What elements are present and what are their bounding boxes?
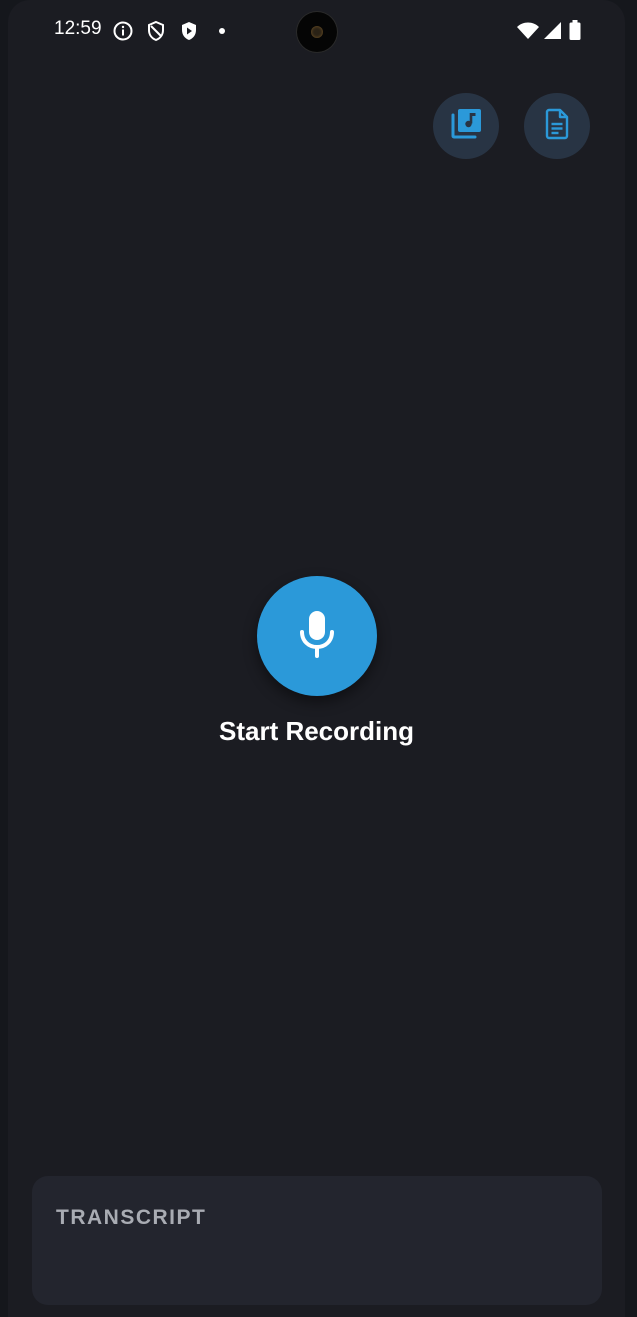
shield-outline-icon	[145, 20, 167, 42]
transcript-title: TRANSCRIPT	[56, 1206, 207, 1229]
shield-play-icon	[178, 20, 200, 42]
info-icon	[112, 20, 134, 42]
battery-icon	[568, 20, 582, 42]
wifi-icon	[516, 20, 540, 42]
record-label: Start Recording	[218, 716, 415, 746]
status-time: 12:59	[54, 18, 102, 39]
transcripts-button[interactable]	[524, 93, 590, 159]
front-camera	[297, 12, 337, 52]
app-screen: 12:59 Start Recording TRANSCRIPT	[8, 0, 625, 1317]
music-library-icon	[448, 106, 484, 146]
dot-icon	[213, 20, 235, 42]
transcript-card: TRANSCRIPT	[32, 1176, 602, 1305]
library-button[interactable]	[433, 93, 499, 159]
signal-icon	[542, 20, 564, 42]
microphone-icon	[293, 608, 341, 664]
status-bar: 12:59	[8, 0, 625, 60]
start-recording-button[interactable]	[257, 576, 377, 696]
document-icon	[540, 107, 574, 145]
